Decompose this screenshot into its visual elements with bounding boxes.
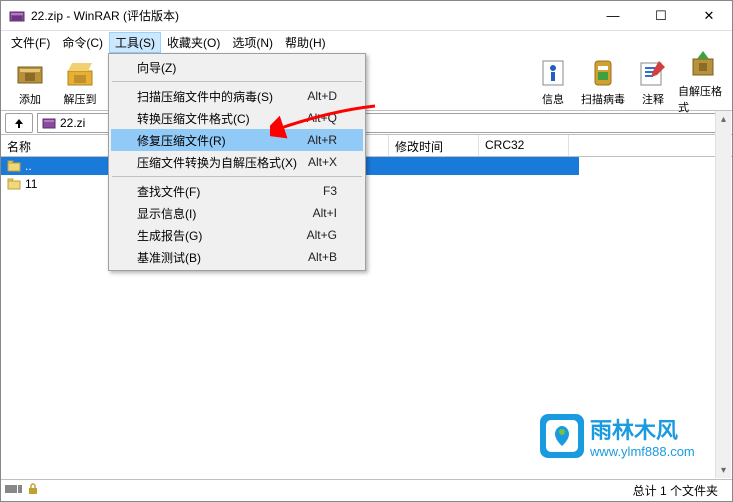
menu-wizard[interactable]: 向导(Z) [111, 56, 363, 78]
status-total: 总计 1 个文件夹 [633, 482, 728, 499]
toolbar-sfx[interactable]: 自解压格式 [678, 55, 728, 109]
extract-icon [64, 57, 96, 89]
folder-up-icon [7, 159, 21, 173]
menubar: 文件(F) 命令(C) 工具(S) 收藏夹(O) 选项(N) 帮助(H) [1, 31, 732, 53]
list-item-name: 11 [25, 177, 37, 191]
toolbar-add[interactable]: 添加 [5, 55, 55, 109]
app-icon [9, 8, 25, 24]
toolbar-add-label: 添加 [19, 91, 41, 107]
menu-help[interactable]: 帮助(H) [279, 32, 332, 53]
titlebar: 22.zip - WinRAR (评估版本) — ☐ ✕ [1, 1, 732, 31]
folder-icon [7, 177, 21, 191]
menu-find[interactable]: 查找文件(F)F3 [111, 180, 363, 202]
toolbar-scan[interactable]: 扫描病毒 [578, 55, 628, 109]
comment-icon [637, 57, 669, 89]
list-item-name: .. [25, 159, 32, 173]
menu-commands[interactable]: 命令(C) [56, 32, 109, 53]
tools-dropdown: 向导(Z) 扫描压缩文件中的病毒(S)Alt+D 转换压缩文件格式(C)Alt+… [108, 53, 366, 271]
toolbar-comment-label: 注释 [642, 91, 664, 107]
toolbar-extract[interactable]: 解压到 [55, 55, 105, 109]
up-arrow-icon [12, 117, 26, 129]
lock-icon [27, 483, 39, 498]
watermark-text: 雨林木风 [590, 418, 678, 443]
menu-tools[interactable]: 工具(S) [109, 32, 161, 53]
watermark: 雨林木风 www.ylmf888.com [540, 414, 720, 473]
path-text: 22.zi [60, 116, 85, 130]
menu-report[interactable]: 生成报告(G)Alt+G [111, 224, 363, 246]
window-controls: — ☐ ✕ [598, 6, 724, 26]
add-icon [14, 57, 46, 89]
archive-icon [42, 116, 56, 130]
toolbar-extract-label: 解压到 [64, 91, 97, 107]
up-button[interactable] [5, 113, 33, 133]
menu-scan-virus[interactable]: 扫描压缩文件中的病毒(S)Alt+D [111, 85, 363, 107]
menu-separator [112, 81, 362, 82]
menu-convert[interactable]: 转换压缩文件格式(C)Alt+Q [111, 107, 363, 129]
sfx-icon [687, 49, 719, 81]
menu-separator [112, 176, 362, 177]
toolbar-comment[interactable]: 注释 [628, 55, 678, 109]
toolbar-info[interactable]: 信息 [528, 55, 578, 109]
toolbar-sfx-label: 自解压格式 [678, 83, 728, 115]
toolbar-scan-label: 扫描病毒 [581, 91, 625, 107]
col-modified[interactable]: 修改时间 [389, 135, 479, 156]
watermark-url: www.ylmf888.com [589, 444, 695, 459]
menu-file[interactable]: 文件(F) [5, 32, 56, 53]
minimize-button[interactable]: — [598, 6, 628, 26]
window-title: 22.zip - WinRAR (评估版本) [31, 7, 598, 24]
close-button[interactable]: ✕ [694, 6, 724, 26]
menu-favorites[interactable]: 收藏夹(O) [161, 32, 226, 53]
scan-icon [587, 57, 619, 89]
menu-show-info[interactable]: 显示信息(I)Alt+I [111, 202, 363, 224]
menu-benchmark[interactable]: 基准测试(B)Alt+B [111, 246, 363, 268]
status-indicator-icon [5, 483, 23, 498]
toolbar-info-label: 信息 [542, 91, 564, 107]
scroll-up-button[interactable]: ▴ [716, 111, 731, 127]
menu-convert-sfx[interactable]: 压缩文件转换为自解压格式(X)Alt+X [111, 151, 363, 173]
menu-options[interactable]: 选项(N) [226, 32, 279, 53]
col-crc[interactable]: CRC32 [479, 135, 569, 156]
info-icon [537, 57, 569, 89]
maximize-button[interactable]: ☐ [646, 6, 676, 26]
menu-repair[interactable]: 修复压缩文件(R)Alt+R [111, 129, 363, 151]
statusbar: 总计 1 个文件夹 [1, 479, 732, 501]
